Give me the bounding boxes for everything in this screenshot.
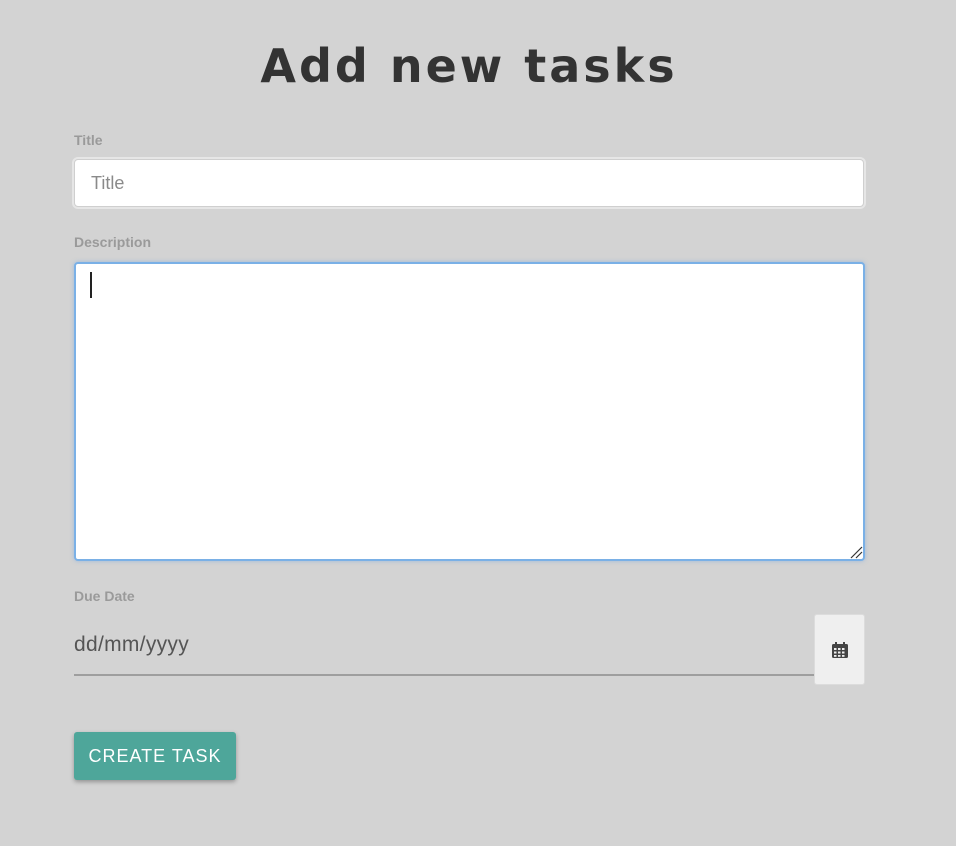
calendar-icon [831,641,848,658]
title-input[interactable] [74,159,864,207]
due-date-input[interactable]: dd/mm/yyyy [74,616,814,676]
description-textarea[interactable] [74,262,865,561]
due-date-label: Due Date [74,588,135,604]
description-label: Description [74,234,152,250]
text-cursor [90,272,92,298]
resize-handle-icon[interactable] [849,545,863,559]
title-label: Title [74,132,103,148]
create-task-button[interactable]: CREATE TASK [74,732,236,780]
calendar-button[interactable] [814,614,865,685]
page-title: Add new tasks [260,39,678,93]
